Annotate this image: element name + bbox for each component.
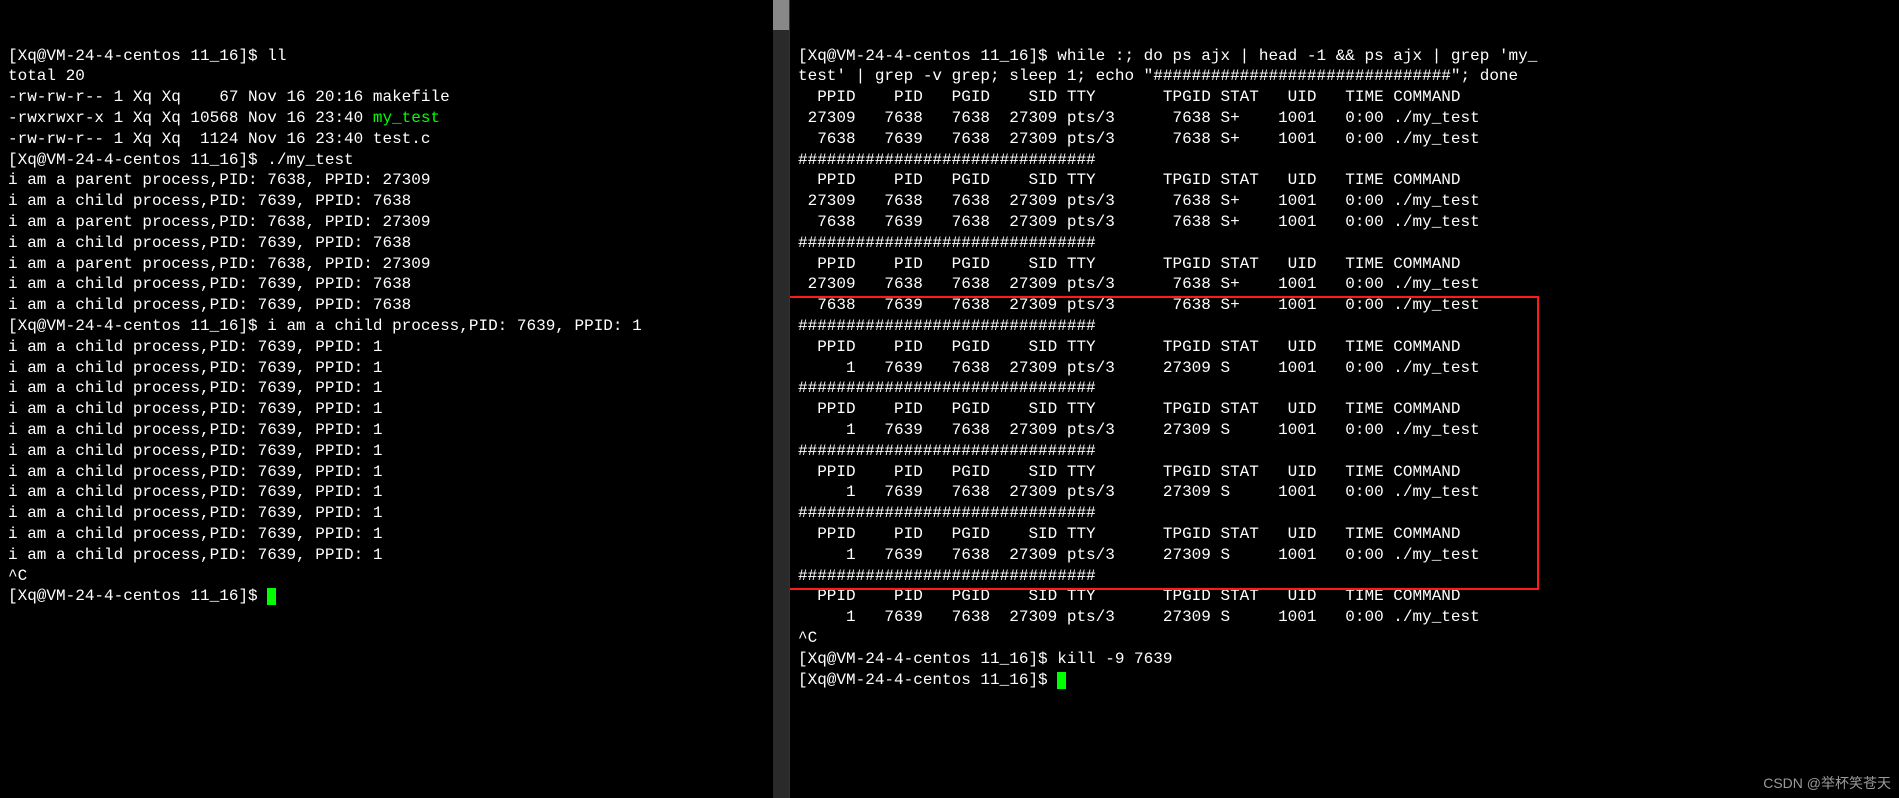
terminal-line: 7638 7639 7638 27309 pts/3 7638 S+ 1001 … (798, 295, 1891, 316)
terminal-line: i am a child process,PID: 7639, PPID: 1 (8, 420, 781, 441)
terminal-line: i am a child process,PID: 7639, PPID: 76… (8, 274, 781, 295)
terminal-line: -rwxrwxr-x 1 Xq Xq 10568 Nov 16 23:40 my… (8, 108, 781, 129)
terminal-line: i am a child process,PID: 7639, PPID: 1 (8, 482, 781, 503)
terminal-line: -rw-rw-r-- 1 Xq Xq 67 Nov 16 20:16 makef… (8, 87, 781, 108)
scrollbar-thumb[interactable] (773, 0, 789, 30)
terminal-line: ############################### (798, 316, 1891, 337)
terminal-line: [Xq@VM-24-4-centos 11_16]$ ./my_test (8, 150, 781, 171)
terminal-line: i am a child process,PID: 7639, PPID: 1 (8, 524, 781, 545)
terminal-line: i am a parent process,PID: 7638, PPID: 2… (8, 254, 781, 275)
terminal-line: i am a child process,PID: 7639, PPID: 1 (8, 337, 781, 358)
terminal-line: i am a child process,PID: 7639, PPID: 1 (8, 358, 781, 379)
cursor (1057, 672, 1066, 689)
terminal-line: i am a child process,PID: 7639, PPID: 1 (8, 503, 781, 524)
terminal-line: 7638 7639 7638 27309 pts/3 7638 S+ 1001 … (798, 129, 1891, 150)
terminal-left-output: [Xq@VM-24-4-centos 11_16]$ lltotal 20-rw… (8, 46, 781, 608)
terminal-line: PPID PID PGID SID TTY TPGID STAT UID TIM… (798, 524, 1891, 545)
terminal-line: 1 7639 7638 27309 pts/3 27309 S 1001 0:0… (798, 420, 1891, 441)
terminal-line: [Xq@VM-24-4-centos 11_16]$ (8, 586, 781, 607)
terminal-line: [Xq@VM-24-4-centos 11_16]$ while :; do p… (798, 46, 1891, 67)
terminal-line: -rw-rw-r-- 1 Xq Xq 1124 Nov 16 23:40 tes… (8, 129, 781, 150)
terminal-line: 27309 7638 7638 27309 pts/3 7638 S+ 1001… (798, 108, 1891, 129)
terminal-line: 1 7639 7638 27309 pts/3 27309 S 1001 0:0… (798, 545, 1891, 566)
terminal-line: PPID PID PGID SID TTY TPGID STAT UID TIM… (798, 462, 1891, 483)
terminal-line: 7638 7639 7638 27309 pts/3 7638 S+ 1001 … (798, 212, 1891, 233)
terminal-line: ############################### (798, 441, 1891, 462)
terminal-line: i am a parent process,PID: 7638, PPID: 2… (8, 170, 781, 191)
scrollbar-left[interactable] (773, 0, 789, 798)
terminal-line: ############################### (798, 503, 1891, 524)
terminal-line: i am a child process,PID: 7639, PPID: 76… (8, 295, 781, 316)
terminal-line: i am a child process,PID: 7639, PPID: 1 (8, 399, 781, 420)
terminal-line: ^C (798, 628, 1891, 649)
terminal-line: 1 7639 7638 27309 pts/3 27309 S 1001 0:0… (798, 358, 1891, 379)
terminal-line: i am a child process,PID: 7639, PPID: 1 (8, 462, 781, 483)
terminal-line: test' | grep -v grep; sleep 1; echo "###… (798, 66, 1891, 87)
terminal-line: i am a child process,PID: 7639, PPID: 1 (8, 441, 781, 462)
terminal-line: ############################### (798, 378, 1891, 399)
terminal-line: PPID PID PGID SID TTY TPGID STAT UID TIM… (798, 254, 1891, 275)
cursor (267, 588, 276, 605)
terminal-line: 27309 7638 7638 27309 pts/3 7638 S+ 1001… (798, 191, 1891, 212)
terminal-line: [Xq@VM-24-4-centos 11_16]$ i am a child … (8, 316, 781, 337)
terminal-line: PPID PID PGID SID TTY TPGID STAT UID TIM… (798, 87, 1891, 108)
terminal-right[interactable]: [Xq@VM-24-4-centos 11_16]$ while :; do p… (790, 0, 1899, 798)
terminal-line: ############################### (798, 150, 1891, 171)
terminal-left[interactable]: [Xq@VM-24-4-centos 11_16]$ lltotal 20-rw… (0, 0, 790, 798)
terminal-line: i am a child process,PID: 7639, PPID: 76… (8, 233, 781, 254)
terminal-line: i am a child process,PID: 7639, PPID: 1 (8, 378, 781, 399)
terminal-line: i am a child process,PID: 7639, PPID: 1 (8, 545, 781, 566)
terminal-line: 1 7639 7638 27309 pts/3 27309 S 1001 0:0… (798, 482, 1891, 503)
terminal-line: PPID PID PGID SID TTY TPGID STAT UID TIM… (798, 399, 1891, 420)
terminal-line: [Xq@VM-24-4-centos 11_16]$ ll (8, 46, 781, 67)
terminal-line: i am a parent process,PID: 7638, PPID: 2… (8, 212, 781, 233)
terminal-line: 1 7639 7638 27309 pts/3 27309 S 1001 0:0… (798, 607, 1891, 628)
terminal-line: ############################### (798, 233, 1891, 254)
terminal-line: PPID PID PGID SID TTY TPGID STAT UID TIM… (798, 170, 1891, 191)
terminal-line: ^C (8, 566, 781, 587)
terminal-line: [Xq@VM-24-4-centos 11_16]$ (798, 670, 1891, 691)
watermark: CSDN @举杯笑苍天 (1763, 774, 1891, 792)
terminal-line: [Xq@VM-24-4-centos 11_16]$ kill -9 7639 (798, 649, 1891, 670)
terminal-line: total 20 (8, 66, 781, 87)
terminal-line: PPID PID PGID SID TTY TPGID STAT UID TIM… (798, 586, 1891, 607)
terminal-line: i am a child process,PID: 7639, PPID: 76… (8, 191, 781, 212)
terminal-line: PPID PID PGID SID TTY TPGID STAT UID TIM… (798, 337, 1891, 358)
terminal-right-output: [Xq@VM-24-4-centos 11_16]$ while :; do p… (798, 46, 1891, 691)
terminal-line: 27309 7638 7638 27309 pts/3 7638 S+ 1001… (798, 274, 1891, 295)
terminal-line: ############################### (798, 566, 1891, 587)
